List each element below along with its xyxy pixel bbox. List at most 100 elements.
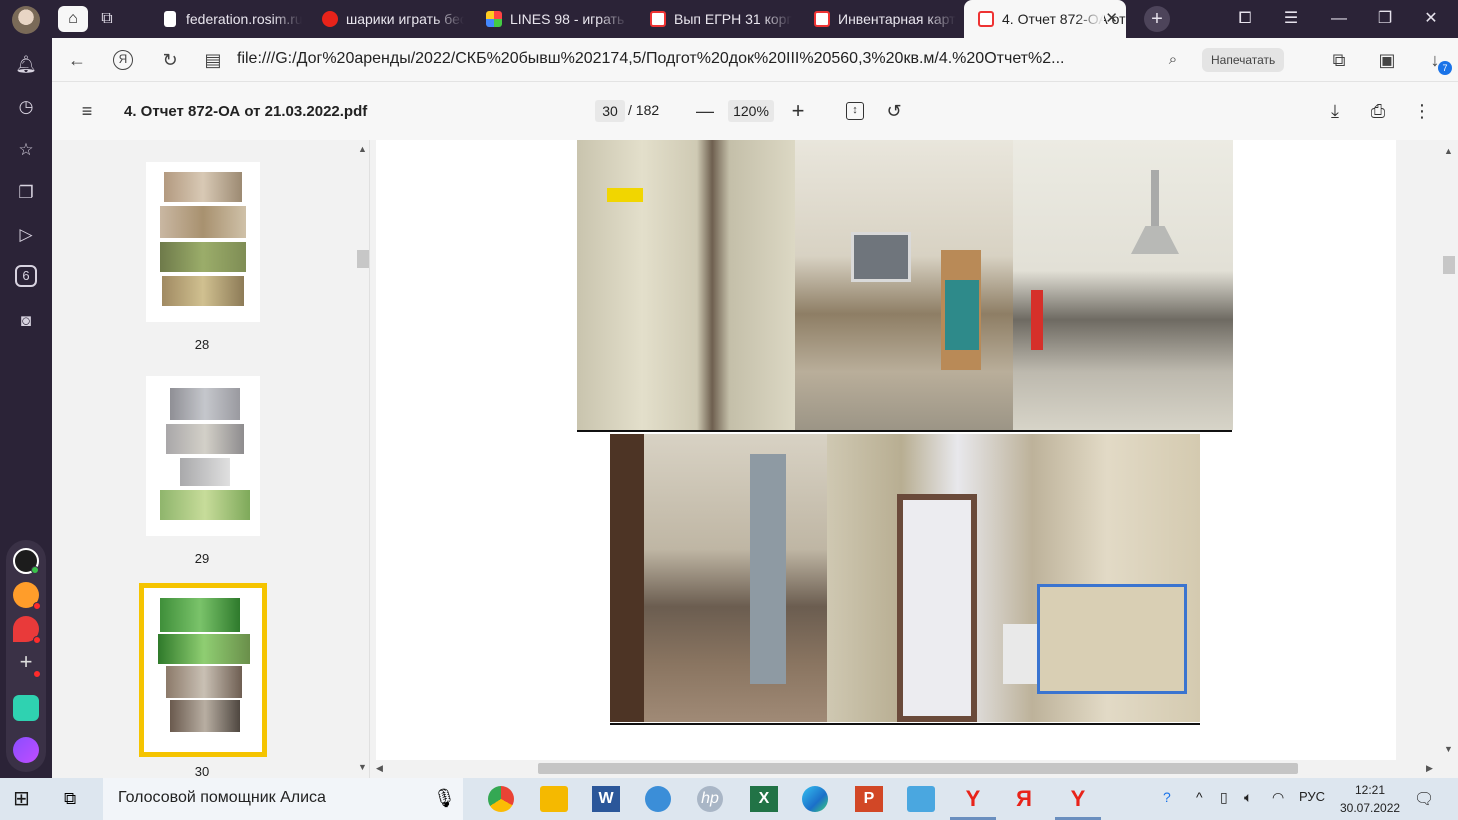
scroll-up-icon[interactable]: ▲ (358, 144, 367, 154)
taskbar: ⊞ ⧉ Голосовой помощник Алиса 🎙︎ W hp X P… (0, 778, 1458, 820)
scroll-thumb[interactable] (538, 763, 1298, 774)
screenshot-icon[interactable]: ◙ (13, 308, 39, 334)
maps-app-icon[interactable] (13, 616, 41, 644)
taskbar-search[interactable]: Голосовой помощник Алиса 🎙︎ (103, 778, 463, 820)
tab-counter: 6 (22, 268, 30, 283)
address-input[interactable]: file:///G:/Дог%20аренды/2022/СКБ%20бывш%… (237, 50, 1064, 68)
task-view-icon[interactable]: ⧉ (64, 786, 92, 812)
sidebar-toggle-icon[interactable]: ≡ (74, 98, 100, 124)
yandex-browser-icon[interactable]: Y (959, 786, 987, 812)
page-number-input[interactable]: 30 (595, 100, 625, 122)
windows-start-icon[interactable]: ⊞ (13, 786, 41, 812)
print-page-button[interactable]: Напечатать (1202, 48, 1285, 72)
microphone-icon[interactable]: 🎙︎ (433, 788, 456, 809)
close-window-icon[interactable]: ✕ (1418, 6, 1444, 32)
bell-icon[interactable]: 🔔︎ (13, 52, 39, 78)
internet-explorer-icon[interactable] (645, 786, 671, 812)
close-tab-icon[interactable]: ✕ (1105, 0, 1118, 38)
file-icon: ▤ (204, 50, 222, 70)
new-tab-icon[interactable]: + (1144, 6, 1170, 32)
search-page-icon[interactable]: ⌕ (1160, 47, 1186, 73)
history-icon[interactable]: ◷ (13, 94, 39, 120)
scroll-up-icon[interactable]: ▲ (1444, 146, 1453, 156)
document-viewport (372, 140, 1458, 760)
tab-counter-icon[interactable]: 6 (15, 265, 37, 287)
downloads-icon[interactable]: ↓ 7 (1422, 47, 1452, 75)
collections-icon[interactable]: ❐ (13, 180, 39, 206)
minimize-icon[interactable]: — (1326, 6, 1352, 32)
help-icon[interactable]: ? (1163, 789, 1171, 805)
show-hidden-icons[interactable]: ^ (1196, 789, 1203, 805)
reload-icon[interactable]: ↻ (157, 47, 183, 73)
edge-icon[interactable] (802, 786, 828, 812)
tab-egrn[interactable]: Вып ЕГРН 31 корп (636, 0, 792, 38)
alice-app-icon[interactable] (13, 548, 39, 574)
new-window-icon[interactable]: ⧉ (94, 6, 120, 32)
zoom-in-button[interactable]: + (785, 98, 811, 124)
thumbnail-scrollbar[interactable]: ▲ ▼ (355, 140, 369, 778)
clock[interactable]: 12:21 30.07.2022 (1340, 781, 1400, 817)
tab-report-pdf[interactable]: 4. Отчет 872-ОА от 21.03.2022.pdf✕ (964, 0, 1126, 38)
thumbnail-label: 30 (194, 764, 210, 779)
assistant-app-icon[interactable] (13, 737, 39, 763)
download-pdf-icon[interactable]: ⤓ (1322, 98, 1348, 124)
control-panel-icon[interactable] (907, 786, 935, 812)
word-icon[interactable]: W (592, 786, 620, 812)
excel-icon[interactable]: X (750, 786, 778, 812)
thumbnail-panel: 28 29 30 ▲ ▼ (52, 140, 370, 779)
scroll-down-icon[interactable]: ▼ (358, 762, 367, 772)
yandex-icon[interactable]: Я (1010, 786, 1038, 812)
pdf-filename: 4. Отчет 872-ОА от 21.03.2022.pdf (124, 103, 368, 120)
restore-icon[interactable]: ❐ (1372, 6, 1398, 32)
add-app-icon[interactable]: + (13, 650, 41, 678)
profile-avatar[interactable] (12, 6, 40, 34)
photo-door (577, 140, 795, 430)
play-icon[interactable]: ▷ (13, 222, 39, 248)
tab-shariki[interactable]: шарики играть бесплатно (308, 0, 464, 38)
network-icon[interactable]: ◠ (1272, 789, 1284, 806)
zoom-level[interactable]: 120% (728, 100, 774, 122)
zoom-out-button[interactable]: — (692, 98, 718, 124)
more-options-icon[interactable]: ⋮ (1409, 98, 1435, 124)
language-indicator[interactable]: РУС (1299, 789, 1325, 804)
volume-icon[interactable]: 🔈︎ (1244, 789, 1252, 806)
photo-workshop (1013, 140, 1233, 430)
menu-icon[interactable]: ☰ (1278, 6, 1304, 32)
thumbnail-page-28[interactable] (146, 162, 260, 322)
chrome-icon[interactable] (488, 786, 514, 812)
document-vertical-scrollbar[interactable]: ▲ ▼ (1440, 140, 1458, 760)
thumbnail-page-30-selected[interactable] (139, 583, 267, 757)
file-explorer-icon[interactable] (540, 786, 568, 812)
messenger-app-icon[interactable] (13, 695, 39, 721)
scroll-thumb[interactable] (357, 250, 369, 268)
scroll-down-icon[interactable]: ▼ (1444, 744, 1453, 754)
rotate-icon[interactable]: ↺ (881, 98, 907, 124)
browser-sidebar: 🔔︎ ◷ ☆ ❐ ▷ 6 ◙ + (0, 0, 52, 778)
fit-page-icon[interactable]: ↕ (846, 102, 864, 120)
scroll-right-icon[interactable]: ▶ (1426, 763, 1433, 774)
print-icon[interactable]: ⎙ (1365, 98, 1391, 124)
extension-icon[interactable]: ▣ (1374, 47, 1400, 73)
scroll-left-icon[interactable]: ◀ (376, 763, 383, 774)
hp-icon[interactable]: hp (697, 786, 723, 812)
divider-line (610, 723, 1200, 725)
yandex-icon[interactable]: Я (113, 50, 133, 70)
tab-federation[interactable]: federation.rosim.ru (148, 0, 302, 38)
powerpoint-icon[interactable]: P (855, 786, 883, 812)
scroll-thumb[interactable] (1443, 256, 1455, 274)
tab-lines98[interactable]: LINES 98 - играть онлайн (472, 0, 628, 38)
bookmarks-icon[interactable]: ⧠ (1232, 6, 1258, 32)
back-icon[interactable]: ← (64, 47, 90, 73)
tab-inventory[interactable]: Инвентарная карточка (800, 0, 956, 38)
document-horizontal-scrollbar[interactable]: ◀ ▶ (372, 760, 1440, 778)
star-icon[interactable]: ☆ (13, 137, 39, 163)
battery-icon[interactable]: ▯ (1220, 789, 1228, 806)
reading-list-icon[interactable]: ⧉ (1326, 47, 1352, 73)
yandex-browser-active-icon[interactable]: Y (1064, 786, 1092, 812)
notifications-icon[interactable]: 🗨︎ (1414, 789, 1434, 809)
search-text: Голосовой помощник Алиса (118, 789, 326, 806)
thumbnail-page-29[interactable] (146, 376, 260, 536)
sidebar-apps: + (6, 540, 46, 772)
mail-app-icon[interactable] (13, 582, 41, 610)
home-icon[interactable]: ⌂ (58, 6, 88, 32)
